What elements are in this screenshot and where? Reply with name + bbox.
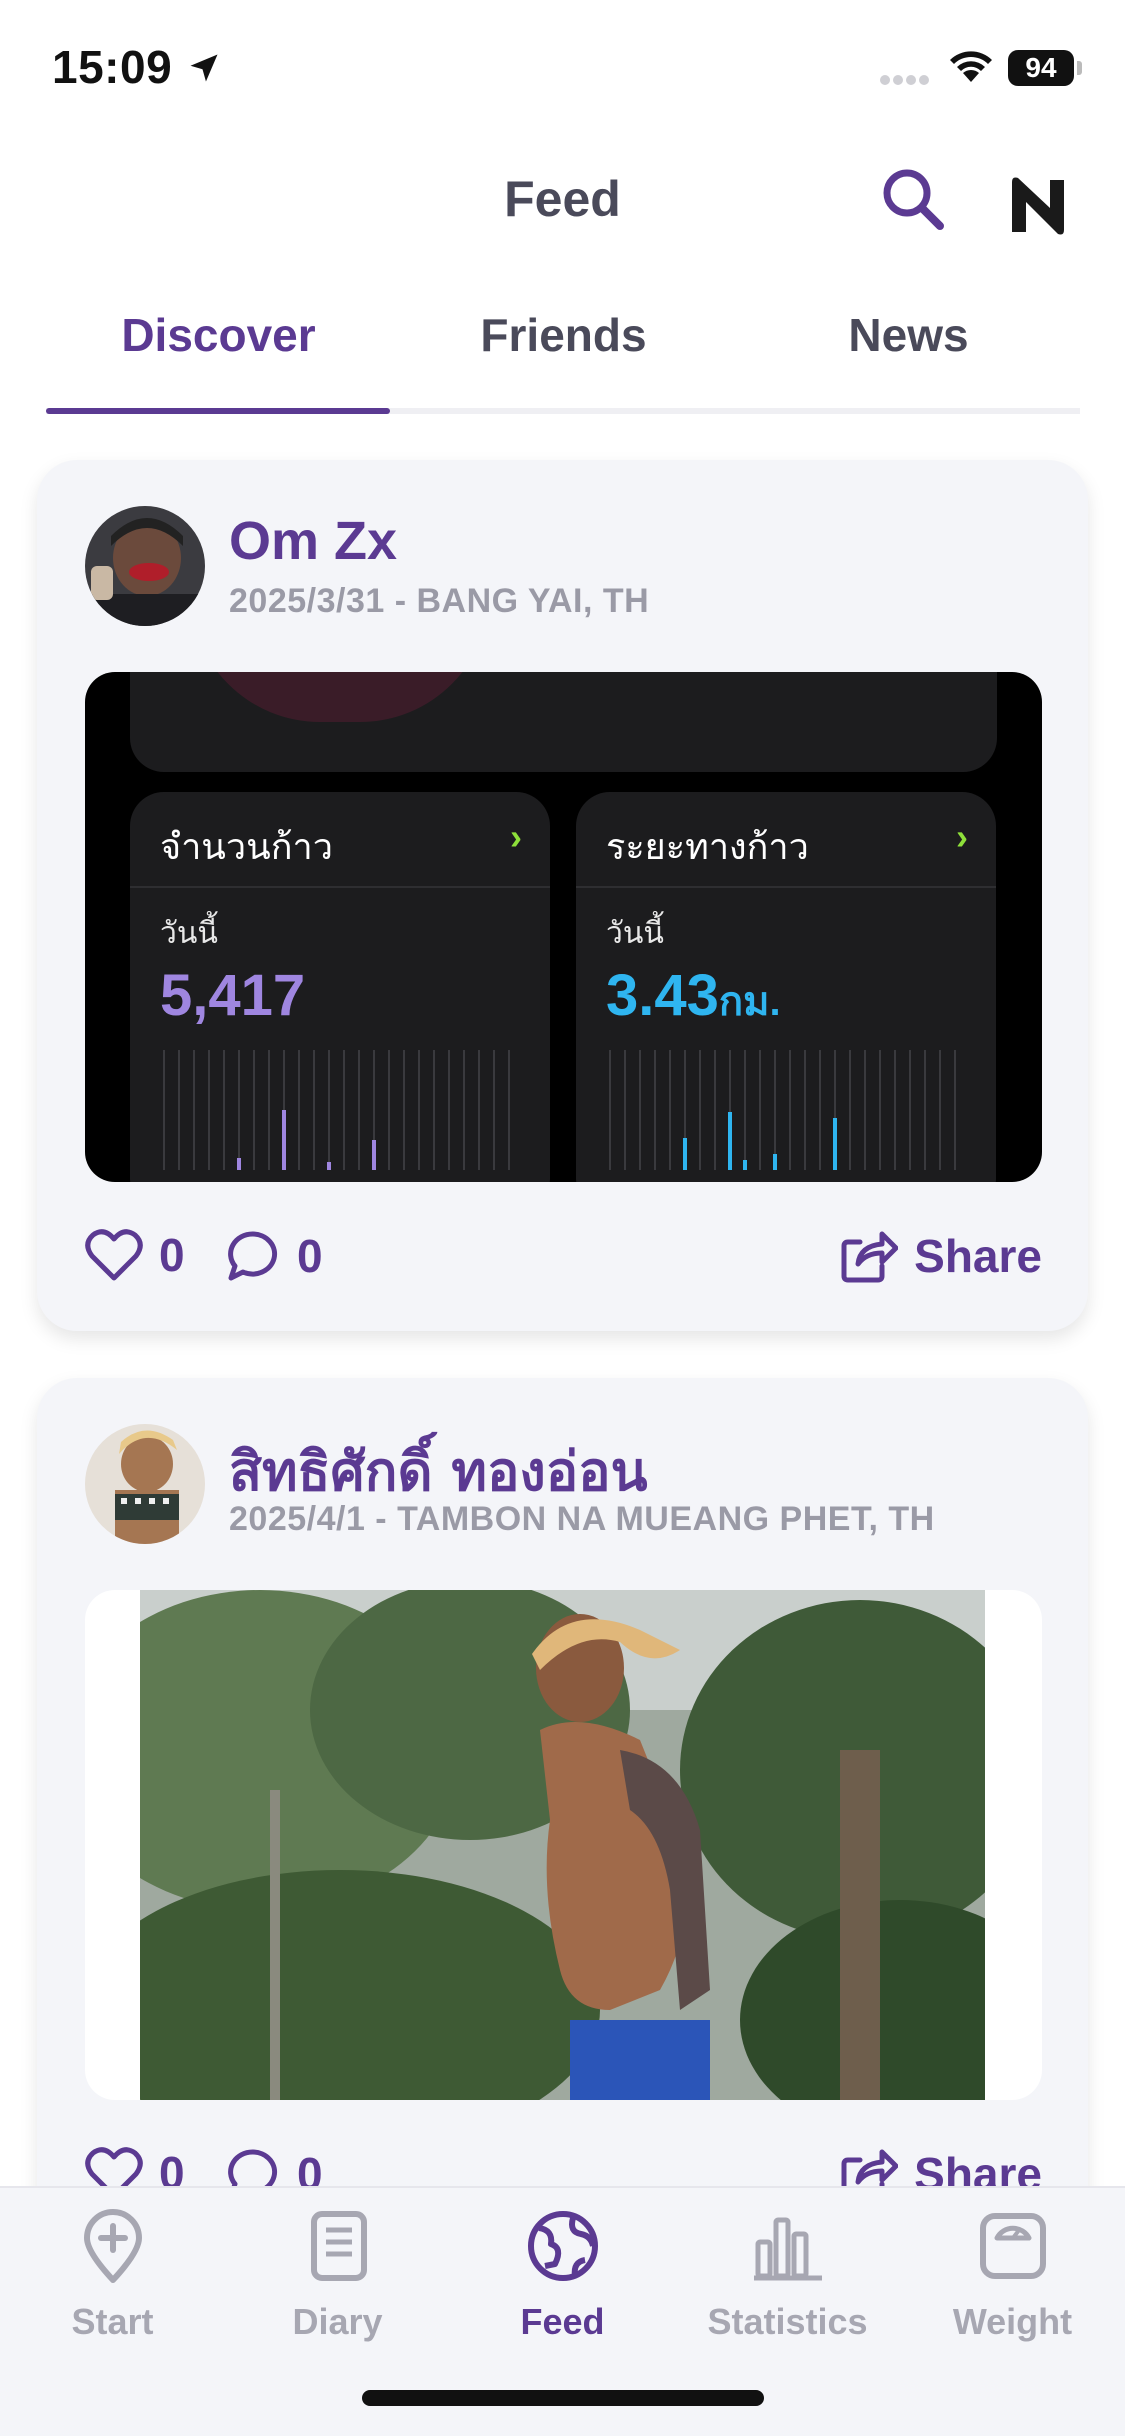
avatar[interactable] bbox=[85, 1424, 205, 1544]
heart-icon bbox=[85, 1229, 143, 1281]
feed-post[interactable]: สิทธิศักดิ์ ทองอ่อน 2025/4/1 - TAMBON NA… bbox=[37, 1378, 1088, 2186]
nav-diary[interactable]: Diary bbox=[225, 2206, 450, 2343]
distance-unit: กม. bbox=[718, 980, 781, 1024]
bar-chart-icon bbox=[753, 2217, 822, 2281]
post-username[interactable]: Om Zx bbox=[229, 510, 397, 572]
home-indicator[interactable] bbox=[362, 2390, 764, 2406]
chevron-right-icon: › bbox=[510, 816, 522, 857]
nav-feed[interactable]: Feed bbox=[450, 2206, 675, 2343]
steps-mini-chart bbox=[163, 1050, 510, 1170]
chevron-right-icon: › bbox=[956, 816, 968, 857]
distance-mini-chart bbox=[609, 1050, 956, 1170]
battery-tip bbox=[1077, 61, 1082, 75]
nav-start-label: Start bbox=[71, 2301, 154, 2342]
comment-icon bbox=[228, 2149, 278, 2186]
location-arrow-icon bbox=[190, 54, 218, 82]
diary-icon bbox=[310, 2211, 367, 2281]
tab-discover[interactable]: Discover bbox=[46, 308, 391, 362]
nav-statistics-label: Statistics bbox=[707, 2301, 868, 2342]
feed-list[interactable]: Om Zx 2025/3/31 - BANG YAI, TH จำนวนก้าว… bbox=[0, 412, 1125, 2186]
distance-tile: ระยะทางก้าว › วันนี้ 3.43กม. bbox=[576, 792, 996, 1182]
like-button[interactable]: 0 bbox=[85, 2146, 185, 2186]
comment-button[interactable]: 0 bbox=[225, 2146, 323, 2186]
app-logo-icon[interactable] bbox=[1006, 172, 1072, 238]
post-image[interactable]: จำนวนก้าว › วันนี้ 5,417 ระยะทางก้าว › ว… bbox=[85, 672, 1042, 1182]
nav-start[interactable]: Start bbox=[0, 2206, 225, 2343]
nav-diary-label: Diary bbox=[292, 2301, 383, 2342]
heart-icon bbox=[85, 2147, 143, 2186]
nav-statistics[interactable]: Statistics bbox=[675, 2206, 900, 2343]
nav-feed-label: Feed bbox=[520, 2301, 605, 2342]
tab-news[interactable]: News bbox=[736, 308, 1081, 362]
globe-icon bbox=[527, 2211, 598, 2281]
app-header: Feed bbox=[0, 150, 1125, 260]
share-icon bbox=[841, 2149, 899, 2186]
status-bar: 15:09 94 bbox=[0, 0, 1125, 140]
tab-friends[interactable]: Friends bbox=[391, 308, 736, 362]
nav-weight-label: Weight bbox=[952, 2301, 1073, 2342]
page-title: Feed bbox=[504, 171, 621, 227]
battery-indicator: 94 bbox=[1008, 50, 1074, 86]
post-meta: 2025/3/31 - BANG YAI, TH bbox=[229, 582, 650, 620]
status-time: 15:09 bbox=[52, 41, 173, 93]
distance-tile-value: 3.43กม. bbox=[606, 963, 781, 1028]
screenshot-top-card bbox=[130, 672, 997, 772]
post-actions: 0 0 Share bbox=[85, 2136, 1042, 2186]
avatar[interactable] bbox=[85, 506, 205, 626]
share-button[interactable]: Share bbox=[838, 2144, 1042, 2186]
feed-tabs: Discover Friends News bbox=[46, 290, 1080, 414]
like-count: 0 bbox=[159, 1229, 185, 1281]
post-actions: 0 0 Share bbox=[85, 1218, 1042, 1298]
comment-count: 0 bbox=[297, 2148, 323, 2186]
cellular-signal-icon bbox=[880, 72, 934, 85]
post-meta: 2025/4/1 - TAMBON NA MUEANG PHET, TH bbox=[229, 1500, 935, 1538]
steps-tile: จำนวนก้าว › วันนี้ 5,417 bbox=[130, 792, 550, 1182]
share-button[interactable]: Share bbox=[838, 1226, 1042, 1286]
steps-tile-subtitle: วันนี้ bbox=[160, 916, 218, 951]
post-photo bbox=[140, 1590, 985, 2100]
share-label: Share bbox=[914, 2148, 1042, 2186]
search-icon[interactable] bbox=[878, 164, 948, 234]
scale-icon bbox=[979, 2213, 1046, 2279]
steps-tile-value: 5,417 bbox=[160, 963, 306, 1028]
like-count: 0 bbox=[159, 2147, 185, 2186]
share-icon bbox=[841, 1231, 899, 1283]
distance-tile-title: ระยะทางก้าว bbox=[606, 827, 809, 868]
nav-weight[interactable]: Weight bbox=[900, 2206, 1125, 2343]
post-image[interactable] bbox=[85, 1590, 1042, 2100]
distance-tile-subtitle: วันนี้ bbox=[606, 916, 664, 951]
comment-count: 0 bbox=[297, 1230, 323, 1282]
steps-tile-title: จำนวนก้าว bbox=[160, 827, 333, 868]
share-label: Share bbox=[914, 1230, 1042, 1282]
wifi-icon bbox=[950, 51, 992, 82]
like-button[interactable]: 0 bbox=[85, 1228, 185, 1282]
comment-icon bbox=[228, 1231, 278, 1281]
pin-plus-icon bbox=[83, 2209, 142, 2283]
comment-button[interactable]: 0 bbox=[225, 1228, 323, 1284]
feed-post[interactable]: Om Zx 2025/3/31 - BANG YAI, TH จำนวนก้าว… bbox=[37, 460, 1088, 1331]
